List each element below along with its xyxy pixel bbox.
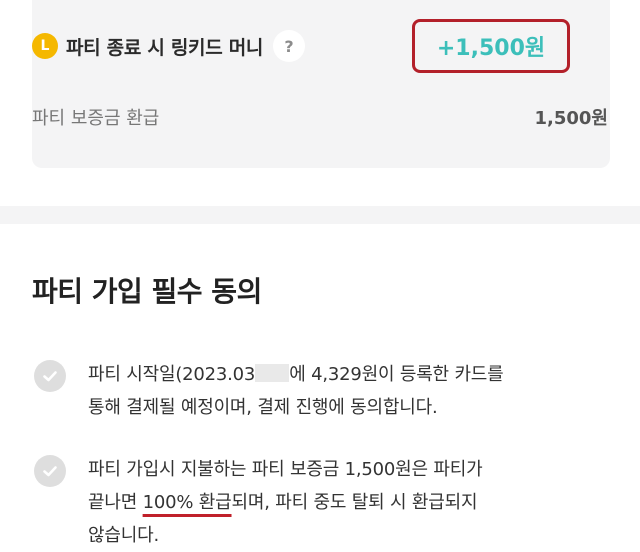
deposit-refund-value: 1,500원: [534, 108, 609, 129]
checkmark-icon: [43, 371, 57, 382]
agreement-item-payment: 파티 시작일(2023.03 에 4,329원이 등록한 카드를 통해 결제될 예…: [88, 358, 618, 424]
agreement-item-line: 끝나면 100% 환급되며, 파티 중도 탈퇴 시 환급되지: [88, 486, 618, 519]
agreement-item-line: 통해 결제될 예정이며, 결제 진행에 동의합니다.: [88, 397, 438, 418]
payment-text-end: 에 4,329원이 등록한 카드를: [289, 364, 504, 385]
help-icon[interactable]: ?: [273, 30, 306, 62]
money-value-highlight: +1,500원: [412, 19, 570, 73]
agreement-item-line: 않습니다.: [88, 525, 159, 546]
deposit-text-start: 끝나면: [88, 492, 143, 513]
agreement-title: 파티 가입 필수 동의: [32, 275, 262, 308]
money-row: L 파티 종료 시 링키드 머니 ?: [32, 30, 306, 62]
agreement-item-line: 파티 시작일(2023.03 에 4,329원이 등록한 카드를: [88, 358, 618, 391]
deposit-text-end: 되며, 파티 중도 탈퇴 시 환급되지: [231, 492, 478, 513]
agreement-item-deposit: 파티 가입시 지불하는 파티 보증금 1,500원은 파티가 끝나면 100% …: [88, 453, 618, 552]
check-circle-icon[interactable]: [34, 455, 66, 487]
money-label: 파티 종료 시 링키드 머니: [66, 36, 264, 59]
deposit-refund-label: 파티 보증금 환급: [32, 108, 160, 129]
linkid-coin-icon: L: [32, 33, 58, 59]
checkmark-icon: [43, 466, 57, 477]
agreement-item-line: 파티 가입시 지불하는 파티 보증금 1,500원은 파티가: [88, 459, 483, 480]
check-circle-icon[interactable]: [34, 360, 66, 392]
section-divider: [0, 206, 640, 224]
payment-text-start: 파티 시작일(2023.03: [88, 364, 256, 385]
refund-percent-highlight: 100% 환급: [142, 492, 232, 513]
redacted-date: [255, 364, 290, 382]
money-value: +1,500원: [436, 36, 546, 61]
